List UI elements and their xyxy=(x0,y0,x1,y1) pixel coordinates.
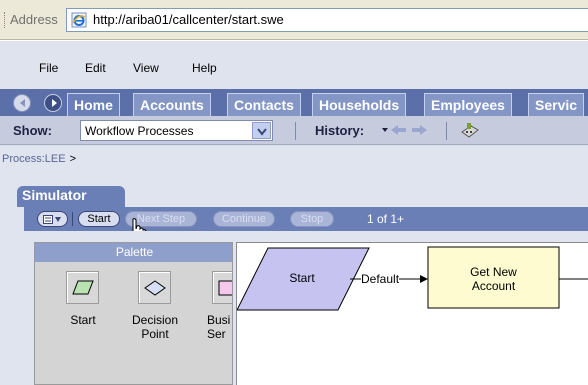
palette-item-business-service[interactable] xyxy=(212,271,232,304)
show-select-dropdown-button[interactable] xyxy=(252,122,271,139)
palette-label-business-service: Busi Ser xyxy=(207,313,231,341)
address-input[interactable]: http://ariba01/callcenter/start.swe xyxy=(66,8,588,32)
tabs-scroll-forward-button[interactable] xyxy=(44,94,62,112)
menu-view[interactable]: View xyxy=(133,61,159,75)
tab-households[interactable]: Households xyxy=(312,93,407,116)
show-toolbar: Show: Workflow Processes History: xyxy=(0,116,588,145)
simulator-body: Palette Start Decision Point Busi Ser St… xyxy=(24,231,588,385)
menu-file[interactable]: File xyxy=(39,61,58,75)
workflow-canvas[interactable]: Start Default Get New Account xyxy=(236,242,588,385)
business-service-icon xyxy=(218,280,232,296)
palette-item-start[interactable] xyxy=(66,271,99,304)
continue-button[interactable]: Continue xyxy=(213,211,275,227)
tab-accounts[interactable]: Accounts xyxy=(133,93,211,116)
stop-button[interactable]: Stop xyxy=(290,211,334,227)
show-select[interactable]: Workflow Processes xyxy=(80,120,273,141)
chevron-down-icon xyxy=(257,128,267,136)
start-button[interactable]: Start xyxy=(78,211,120,227)
menu-help[interactable]: Help xyxy=(192,61,217,75)
simulator-toolbar: Start Next Step Continue Stop 1 of 1+ xyxy=(24,207,588,244)
toolbar-grip[interactable] xyxy=(4,12,7,28)
diamond-icon xyxy=(144,280,166,296)
history-nav-icons xyxy=(382,125,427,135)
address-bar: Address http://ariba01/callcenter/start.… xyxy=(0,0,588,40)
palette-label-start: Start xyxy=(70,313,96,327)
tab-home[interactable]: Home xyxy=(67,93,120,116)
siebel-app: File Edit View Help Home Accounts Contac… xyxy=(0,41,588,385)
address-url: http://ariba01/callcenter/start.swe xyxy=(93,12,284,27)
step-counter: 1 of 1+ xyxy=(367,212,405,226)
simulator-frame: Start Next Step Continue Stop 1 of 1+ Pa… xyxy=(24,207,588,385)
ie-page-icon xyxy=(71,12,87,28)
tab-employees[interactable]: Employees xyxy=(424,93,512,116)
tab-service[interactable]: Servic xyxy=(528,93,585,116)
toolbar-divider xyxy=(446,122,447,140)
simulator-title: Simulator xyxy=(17,186,125,207)
palette-item-decision-point[interactable] xyxy=(138,271,171,304)
screen-tabs: Home Accounts Contacts Households Employ… xyxy=(0,89,588,116)
content-area: Process:LEE > Simulator Start Next Step C… xyxy=(0,146,588,385)
back-arrow-icon[interactable] xyxy=(391,125,406,135)
simulator-divider xyxy=(72,212,73,226)
toolbar-divider xyxy=(295,122,296,140)
simulator-menu-button[interactable] xyxy=(37,211,68,227)
address-label: Address xyxy=(10,12,58,27)
menu-edit[interactable]: Edit xyxy=(85,61,106,75)
menu-bar: File Edit View Help xyxy=(0,41,588,89)
history-label[interactable]: History: xyxy=(315,123,364,138)
calculator-icon[interactable] xyxy=(461,122,479,138)
palette-label-decision-point: Decision Point xyxy=(131,313,179,341)
menu-dropdown-icon xyxy=(43,215,61,224)
history-dropdown-icon[interactable] xyxy=(382,128,388,132)
breadcrumb-separator: > xyxy=(69,153,77,165)
get-new-account-node-label: Get New Account xyxy=(470,265,517,293)
show-label: Show: xyxy=(13,123,52,138)
palette-title: Palette xyxy=(35,243,232,262)
parallelogram-icon xyxy=(72,280,94,295)
chevron-left-icon xyxy=(20,99,25,107)
show-select-value: Workflow Processes xyxy=(85,124,194,138)
tab-contacts[interactable]: Contacts xyxy=(227,93,301,116)
palette-panel: Palette Start Decision Point Busi Ser xyxy=(34,242,233,385)
tabs-scroll-back-button[interactable] xyxy=(13,94,31,112)
connector-arrowhead-icon xyxy=(420,275,428,283)
forward-arrow-icon[interactable] xyxy=(412,125,427,135)
chevron-right-icon xyxy=(52,99,57,107)
breadcrumb-link-process[interactable]: Process:LEE xyxy=(2,153,66,165)
breadcrumb: Process:LEE > xyxy=(2,153,76,165)
default-connector-label: Default xyxy=(361,272,400,286)
start-node-label: Start xyxy=(289,271,315,285)
